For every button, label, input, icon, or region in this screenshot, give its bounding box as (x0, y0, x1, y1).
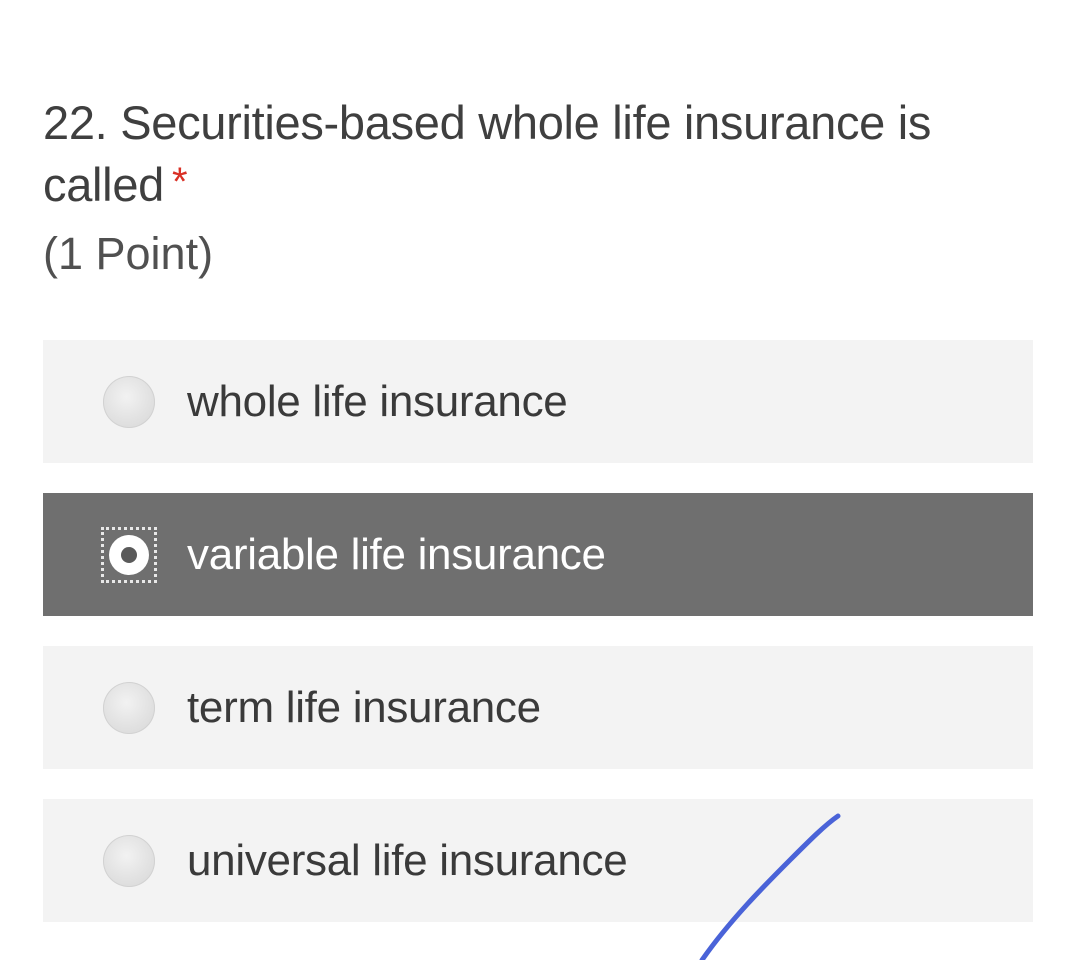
radio-button-selected[interactable] (101, 526, 157, 583)
option-term-life[interactable]: term life insurance (43, 646, 1033, 769)
radio-dot-icon (121, 546, 137, 563)
option-label: variable life insurance (187, 529, 606, 579)
option-whole-life[interactable]: whole life insurance (43, 340, 1033, 463)
option-label: universal life insurance (187, 835, 628, 885)
option-label: whole life insurance (187, 376, 568, 426)
radio-selected-icon (109, 534, 149, 575)
radio-circle-icon (103, 834, 155, 887)
radio-button[interactable] (101, 374, 157, 430)
radio-circle-icon (103, 681, 155, 734)
option-label: term life insurance (187, 682, 541, 732)
option-universal-life[interactable]: universal life insurance (43, 799, 1033, 922)
radio-button[interactable] (101, 680, 157, 736)
radio-circle-icon (103, 375, 155, 428)
required-asterisk: * (172, 160, 188, 204)
option-variable-life[interactable]: variable life insurance (43, 493, 1033, 616)
answer-options: whole life insurance variable life insur… (43, 340, 1033, 952)
question-title: 22. Securities-based whole life insuranc… (43, 92, 1043, 219)
question-block: 22. Securities-based whole life insuranc… (43, 92, 1043, 285)
radio-button[interactable] (101, 833, 157, 889)
question-points: (1 Point) (43, 228, 214, 279)
